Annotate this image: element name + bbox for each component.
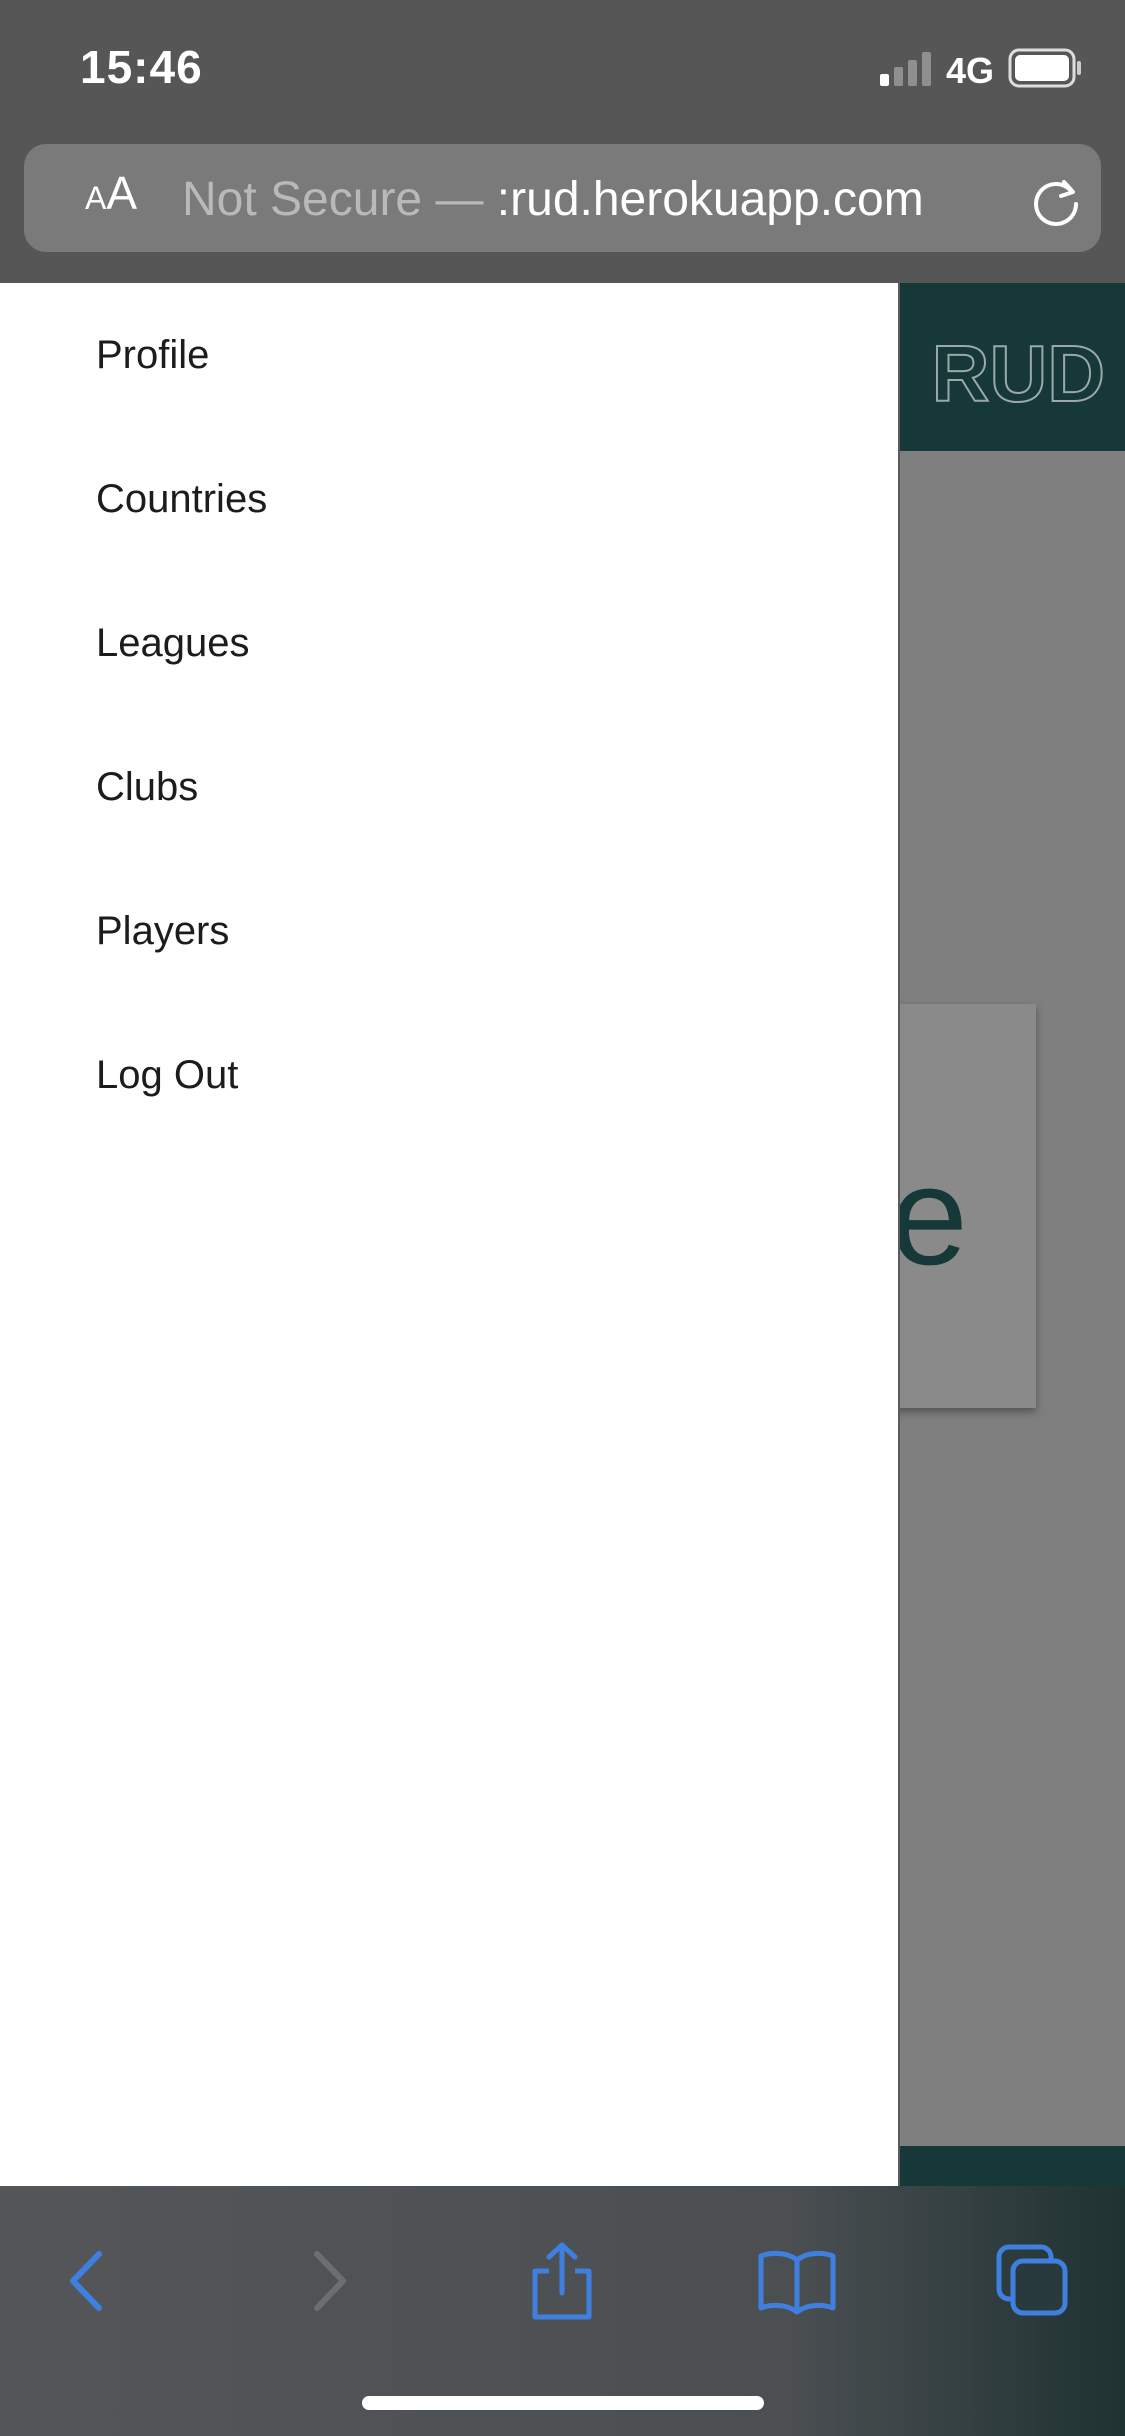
forward-button[interactable] (284, 2236, 374, 2326)
share-button[interactable] (517, 2236, 607, 2326)
network-type: 4G (946, 50, 995, 91)
aa-large-label: A (106, 167, 138, 219)
status-time: 15:46 (80, 41, 203, 93)
browser-address-area: A A Not Secure — :rud.herokuapp.com (0, 138, 1125, 283)
tabs-icon (996, 2244, 1068, 2316)
url-domain: :rud.herokuapp.com (496, 173, 924, 226)
bookmarks-button[interactable] (752, 2236, 842, 2326)
aa-small-label: A (84, 180, 107, 216)
forward-icon (314, 2251, 346, 2311)
menu-item-profile[interactable]: Profile (96, 310, 816, 400)
home-indicator (362, 2396, 764, 2410)
status-bar: 15:46 4G (0, 0, 1125, 138)
reader-options-button[interactable]: A A (66, 166, 156, 230)
side-drawer: Profile Countries Leagues Clubs Players … (0, 283, 900, 2186)
url-text[interactable]: Not Secure — :rud.herokuapp.com (182, 172, 1002, 232)
bookmarks-icon (758, 2250, 836, 2315)
cellular-signal-icon (880, 52, 931, 86)
share-icon (532, 2242, 592, 2320)
menu-item-players[interactable]: Players (96, 886, 816, 976)
not-secure-label: Not Secure — (182, 173, 497, 226)
battery-icon (1008, 48, 1081, 88)
back-button[interactable] (42, 2236, 132, 2326)
menu-item-log-out[interactable]: Log Out (96, 1030, 816, 1120)
logo-text: RUD (932, 329, 1105, 413)
menu-item-countries[interactable]: Countries (96, 454, 816, 544)
reload-icon[interactable] (1028, 172, 1084, 228)
tabs-button[interactable] (988, 2236, 1078, 2326)
menu-item-clubs[interactable]: Clubs (96, 742, 816, 832)
card-partial-text: e (890, 1144, 968, 1294)
menu-item-leagues[interactable]: Leagues (96, 598, 816, 688)
back-icon (70, 2251, 102, 2311)
address-bar[interactable]: A A Not Secure — :rud.herokuapp.com (24, 144, 1101, 252)
svg-text:e: e (890, 1144, 968, 1294)
